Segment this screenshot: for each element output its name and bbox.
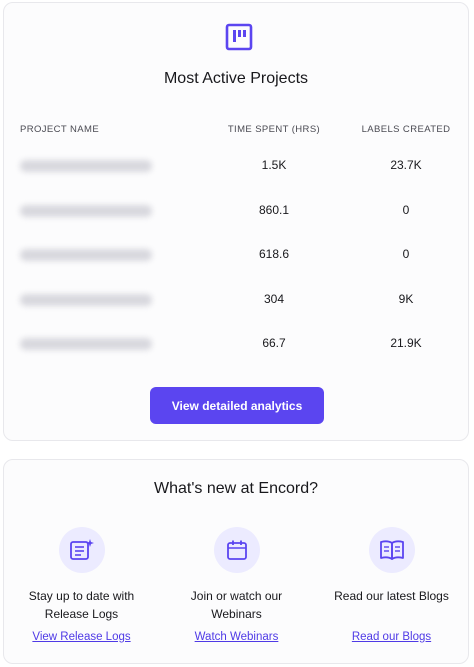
header-labels-created: LABELS CREATED [361, 124, 451, 135]
labels-created-value: 21.9K [390, 336, 422, 350]
blogs-section: Read our latest Blogs Read our Blogs [314, 527, 469, 645]
blogs-desc-line1: Read our latest Blogs [334, 589, 449, 603]
project-name[interactable] [20, 249, 152, 261]
table-row[interactable]: 860.1 0 [4, 199, 468, 223]
table-row[interactable]: 304 9K [4, 288, 468, 312]
watch-webinars-link[interactable]: Watch Webinars [195, 631, 279, 643]
labels-created-value: 0 [402, 247, 410, 261]
table-row[interactable]: 618.6 0 [4, 243, 468, 267]
project-name[interactable] [20, 338, 152, 350]
webinars-desc-line2: Webinars [211, 607, 262, 621]
header-time-spent: TIME SPENT (HRS) [227, 124, 321, 135]
project-name[interactable] [20, 205, 152, 217]
header-project-name: PROJECT NAME [20, 124, 100, 135]
calendar-icon [213, 527, 260, 573]
time-spent-value: 304 [263, 292, 285, 306]
read-blogs-link[interactable]: Read our Blogs [352, 631, 431, 643]
book-icon [368, 527, 415, 573]
project-name[interactable] [20, 294, 152, 306]
webinars-section: Join or watch our Webinars Watch Webinar… [159, 527, 314, 645]
time-spent-value: 1.5K [261, 158, 287, 172]
time-spent-value: 66.7 [262, 336, 286, 350]
release-logs-icon [58, 527, 105, 573]
project-name[interactable] [20, 160, 152, 172]
time-spent-value: 618.6 [258, 247, 290, 261]
board-logo-icon [225, 23, 253, 51]
labels-created-value: 23.7K [390, 158, 422, 172]
table-row[interactable]: 66.7 21.9K [4, 332, 468, 356]
release-logs-desc-line1: Stay up to date with [28, 589, 135, 603]
release-logs-section: Stay up to date with Release Logs View R… [4, 527, 159, 645]
webinars-desc-line1: Join or watch our [190, 589, 283, 603]
release-logs-desc-line2: Release Logs [44, 607, 119, 621]
whats-new-title: What's new at Encord? [153, 480, 319, 497]
view-release-logs-link[interactable]: View Release Logs [32, 631, 130, 643]
whats-new-card: What's new at Encord? Stay up to date wi… [3, 459, 469, 664]
table-row[interactable]: 1.5K 23.7K [4, 154, 468, 178]
most-active-projects-card: Most Active Projects PROJECT NAME TIME S… [3, 2, 469, 441]
labels-created-value: 9K [398, 292, 414, 306]
labels-created-value: 0 [402, 203, 410, 217]
projects-title: Most Active Projects [163, 70, 309, 87]
view-detailed-analytics-button[interactable]: View detailed analytics [150, 387, 324, 424]
time-spent-value: 860.1 [258, 203, 290, 217]
